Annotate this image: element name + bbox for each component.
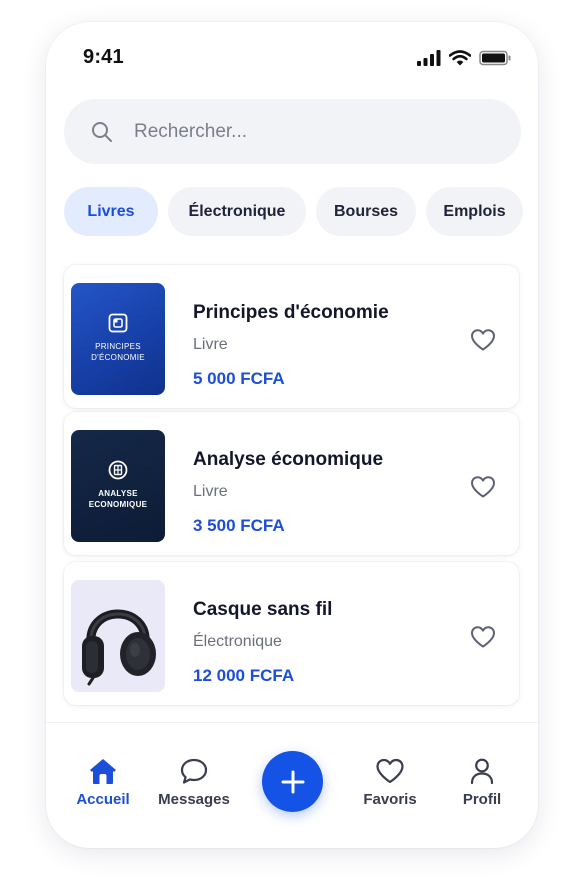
headphones-icon <box>82 609 156 686</box>
chat-bubble-icon <box>180 758 208 784</box>
heart-icon[interactable] <box>470 625 496 649</box>
status-time: 9:41 <box>83 46 124 68</box>
book-cover-title-line1: ANALYSE <box>98 489 138 498</box>
book-cover-image: ANALYSE ECONOMIQUE <box>71 430 165 542</box>
product-category: Livre <box>193 336 228 353</box>
product-price: 5 000 FCFA <box>193 369 285 388</box>
product-category: Électronique <box>193 633 282 650</box>
status-icons <box>417 48 512 68</box>
product-price: 3 500 FCFA <box>193 516 285 535</box>
product-category: Livre <box>193 483 228 500</box>
nav-label-home: Accueil <box>76 791 130 808</box>
heart-icon[interactable] <box>470 328 496 352</box>
wifi-icon <box>449 50 471 66</box>
product-card-casque[interactable]: Casque sans fil Électronique 12 000 FCFA <box>64 562 519 705</box>
book-cover-title-line2: D'ÉCONOMIE <box>91 353 145 362</box>
add-button[interactable] <box>262 751 323 812</box>
product-name: Principes d'économie <box>193 302 389 323</box>
plus-icon <box>281 770 304 793</box>
book-logo-icon <box>108 313 128 333</box>
nav-label-favorites: Favoris <box>363 791 417 808</box>
category-chips: Livres Électronique Bourses Emplois <box>64 187 523 236</box>
book-cover-title-line2: ECONOMIQUE <box>88 500 148 509</box>
search-bar[interactable] <box>64 99 521 164</box>
home-icon <box>90 759 116 784</box>
heart-icon[interactable] <box>470 475 496 499</box>
search-input[interactable] <box>132 119 496 144</box>
nav-item-messages[interactable]: Messages <box>148 757 240 808</box>
nav-label-profile: Profil <box>462 791 502 808</box>
book-cover-title-line1: PRINCIPES <box>95 342 141 351</box>
user-icon <box>470 758 494 785</box>
product-name: Casque sans fil <box>193 599 333 620</box>
book-logo-icon <box>108 460 128 480</box>
search-icon <box>92 121 112 142</box>
nav-label-messages: Messages <box>158 791 230 808</box>
nav-divider <box>46 722 538 723</box>
chip-emplois[interactable]: Emplois <box>426 187 523 236</box>
battery-icon <box>479 50 511 66</box>
phone-frame: 9:41 Livres Électronique Bourses <box>46 22 538 848</box>
product-price: 12 000 FCFA <box>193 666 295 685</box>
product-name: Analyse économique <box>193 449 384 470</box>
chip-electronique[interactable]: Électronique <box>168 187 306 236</box>
nav-item-favorites[interactable]: Favoris <box>344 757 436 808</box>
nav-item-profile[interactable]: Profil <box>436 757 528 808</box>
chip-livres[interactable]: Livres <box>64 187 158 236</box>
product-card-principes[interactable]: PRINCIPES D'ÉCONOMIE Principes d'économi… <box>64 265 519 408</box>
chip-bourses[interactable]: Bourses <box>316 187 416 236</box>
product-card-analyse[interactable]: ANALYSE ECONOMIQUE Analyse économique Li… <box>64 412 519 555</box>
signal-icon <box>417 50 441 66</box>
nav-item-home[interactable]: Accueil <box>57 757 149 808</box>
book-cover-image: PRINCIPES D'ÉCONOMIE <box>71 283 165 395</box>
headphones-image <box>71 580 165 692</box>
heart-icon <box>376 758 404 784</box>
